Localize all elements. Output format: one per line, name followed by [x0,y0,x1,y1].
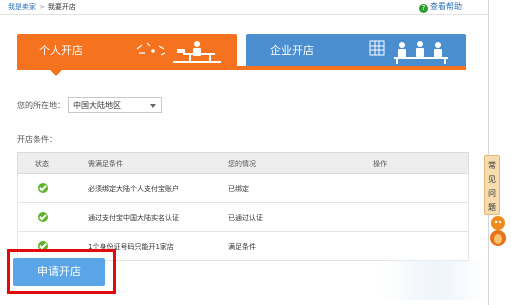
breadcrumb-current: 我要开店 [47,3,76,11]
location-select[interactable]: 中国大陆地区 [68,97,162,113]
top-divider [0,14,488,15]
faq-char: 题 [488,203,496,212]
conditions-label: 开店条件： [17,135,57,144]
faq-char: 常 [488,161,496,170]
top-bar: 我是卖家 > 我要开店 ? 查看帮助 [0,0,488,14]
blurred-area [380,260,490,300]
help-label: 查看帮助 [430,2,462,11]
tab-underline [17,66,466,70]
meeting-group-icon [369,40,448,64]
faq-char: 见 [488,175,496,184]
header-status: 状态 [35,160,49,168]
apply-store-button[interactable]: 申请开店 [13,258,105,286]
table-row: 通过支付宝中国大陆实名认证 已通过认证 [17,203,469,232]
person-at-desk-icon [136,41,221,63]
faq-char: 问 [488,189,496,198]
breadcrumb-separator: > [39,3,45,11]
table-header: 状态 需满足条件 您的情况 操作 [17,152,469,174]
conditions-table: 状态 需满足条件 您的情况 操作 必须绑定大陆个人支付宝账户 已绑定 通过支付宝… [17,152,469,261]
breadcrumb-root-link[interactable]: 我是卖家 [8,3,36,11]
table-row: 必须绑定大陆个人支付宝账户 已绑定 [17,174,469,203]
row-status: 已通过认证 [228,214,263,222]
header-condition: 需满足条件 [88,160,123,168]
check-icon [38,183,48,193]
active-tab-arrow-icon [50,70,62,76]
row-condition: 必须绑定大陆个人支付宝账户 [88,185,179,193]
faq-side-tab[interactable]: 常 见 问 题 [484,155,500,215]
tab-personal-label: 个人开店 [39,44,83,57]
question-icon: ? [419,4,428,13]
location-selected-value: 中国大陆地区 [73,101,121,110]
check-icon [38,212,48,222]
tab-business-store[interactable]: 企业开店 [246,34,466,66]
header-action: 操作 [373,160,387,168]
location-label: 您的所在地： [17,101,65,110]
chevron-down-icon [150,104,156,108]
help-link[interactable]: ? 查看帮助 [419,1,462,13]
mascot-icon [490,216,506,246]
row-status: 满足条件 [228,243,256,251]
tab-business-label: 企业开店 [270,44,314,57]
row-status: 已绑定 [228,185,249,193]
header-your-status: 您的情况 [228,160,256,168]
breadcrumb: 我是卖家 > 我要开店 [8,2,76,12]
tab-personal-store[interactable]: 个人开店 [17,34,237,66]
row-condition: 通过支付宝中国大陆实名认证 [88,214,179,222]
